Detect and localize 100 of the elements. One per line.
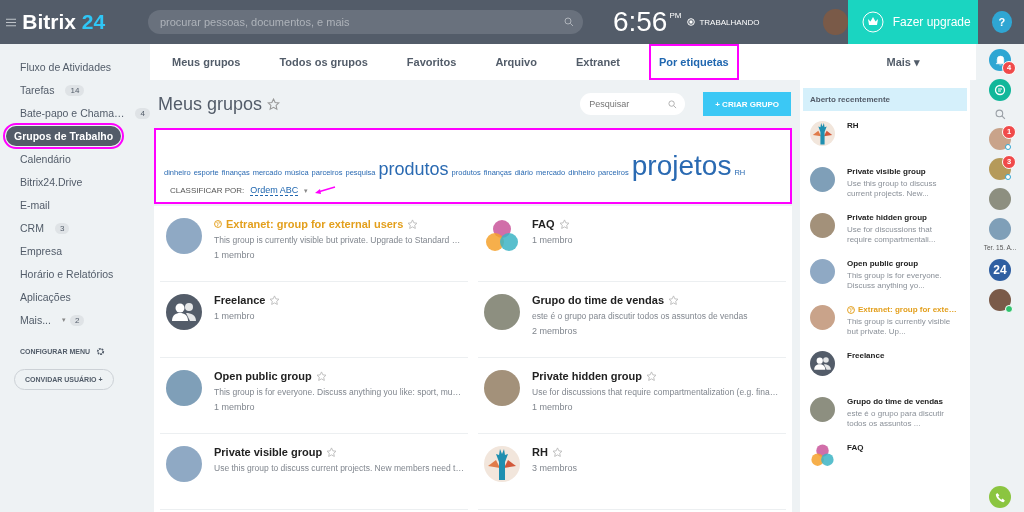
bubbles-icon — [484, 218, 520, 254]
favorite-star-icon[interactable] — [326, 446, 338, 458]
group-name-link[interactable]: FAQ — [532, 218, 555, 230]
settings-icon[interactable] — [96, 347, 105, 356]
recent-group-description: This group is currently visible but private. Up... — [847, 317, 952, 337]
search-icon[interactable] — [994, 109, 1006, 120]
member-count[interactable]: 1 membro — [532, 235, 573, 245]
group-name-link[interactable]: Open public group — [214, 370, 312, 382]
sort-dropdown[interactable]: Ordem ABC — [250, 185, 299, 196]
phone-button[interactable] — [989, 486, 1011, 508]
member-count[interactable]: 1 membro — [214, 311, 281, 321]
globe-icon — [214, 220, 222, 228]
recent-group-link[interactable]: FAQ — [847, 443, 864, 452]
menu-icon[interactable] — [6, 17, 17, 27]
favorite-star-icon[interactable] — [558, 218, 570, 230]
tab[interactable]: Todos os grupos — [269, 44, 378, 80]
tag-link[interactable]: projetos — [631, 150, 732, 182]
contact-avatar[interactable] — [989, 218, 1011, 240]
member-count[interactable]: 3 membros — [532, 463, 577, 473]
group-description: Use this group to discuss current projects. New members need t… — [214, 463, 464, 473]
count-badge: 2 — [69, 314, 85, 326]
recent-group-link[interactable]: Private hidden group — [847, 213, 927, 222]
record-icon — [687, 18, 696, 26]
tab[interactable]: Por etiquetas — [648, 44, 739, 80]
search-icon[interactable] — [668, 100, 678, 109]
count-badge: 3 — [54, 222, 70, 234]
sidebar-item[interactable]: E-mail — [6, 195, 57, 215]
crown-icon — [861, 11, 884, 33]
tab[interactable]: Extranet — [565, 44, 630, 80]
bitrix-chat-button[interactable]: 24 — [989, 259, 1011, 281]
tab[interactable]: Favoritos — [396, 44, 467, 80]
sort-label: CLASSIFICAR POR: — [170, 186, 245, 195]
favorite-star-icon[interactable] — [315, 370, 327, 382]
photo-placeholder — [810, 397, 835, 422]
photo-placeholder — [166, 446, 202, 482]
sidebar-item[interactable]: CRM — [6, 218, 51, 238]
clock-ampm: PM — [669, 11, 682, 20]
photo-placeholder — [810, 305, 835, 330]
recent-group-link[interactable]: RH — [847, 121, 859, 130]
recent-group-description: Use for discussions that require compartmentali... — [847, 225, 937, 245]
chat-button[interactable] — [989, 79, 1011, 101]
sidebar-item[interactable]: Aplicações — [6, 287, 78, 307]
recent-group-link[interactable]: Grupo do time de vendas — [847, 397, 943, 406]
member-count[interactable]: 1 membro — [214, 402, 462, 412]
people-icon — [166, 294, 202, 330]
member-count[interactable]: 1 membro — [532, 402, 779, 412]
favorite-star-icon[interactable] — [269, 294, 281, 306]
sidebar-item[interactable]: Bitrix24.Drive — [6, 172, 90, 192]
clock-time: 6:56 — [612, 6, 668, 38]
group-name-link[interactable]: Private hidden group — [532, 370, 642, 382]
recent-group-link[interactable]: Freelance — [847, 351, 885, 360]
chat-icon — [994, 84, 1006, 96]
logo[interactable]: Bitrix 24 — [22, 10, 148, 34]
favorite-star-icon[interactable] — [551, 446, 563, 458]
sidebar-item[interactable]: Mais... — [6, 310, 58, 330]
member-count[interactable]: 1 membro — [214, 250, 461, 260]
sidebar-item[interactable]: Grupos de Trabalho — [6, 126, 122, 146]
member-count[interactable]: 2 membros — [532, 326, 748, 336]
tab[interactable]: Arquivo — [485, 44, 547, 80]
count-badge: 4 — [135, 107, 150, 119]
sidebar-item[interactable]: Empresa — [6, 241, 69, 261]
group-name-link[interactable]: Grupo do time de vendas — [532, 294, 665, 306]
group-search-field[interactable]: Pesquisar — [580, 93, 686, 115]
hands-icon — [810, 121, 835, 146]
contact-avatar[interactable] — [989, 188, 1011, 210]
bubbles-icon — [810, 443, 835, 468]
page-title: Meus grupos — [158, 93, 263, 115]
photo-placeholder — [810, 167, 835, 192]
favorite-star-icon[interactable] — [267, 97, 281, 111]
recent-group-description: Use this group to discuss current projects. New... — [847, 179, 938, 199]
notifications-button[interactable] — [989, 49, 1011, 71]
photo-placeholder — [166, 370, 202, 406]
group-name-link[interactable]: Freelance — [214, 294, 266, 306]
bell-icon — [994, 54, 1006, 66]
tab[interactable]: Meus grupos — [162, 44, 251, 80]
sidebar-item[interactable]: Tarefas — [6, 80, 62, 100]
recent-group-link[interactable]: Private visible group — [847, 167, 926, 176]
favorite-star-icon[interactable] — [407, 218, 419, 230]
group-description: Use for discussions that require compartmentalization (e.g. fina… — [532, 387, 779, 397]
group-name-link[interactable]: RH — [532, 446, 548, 458]
work-status[interactable]: TRABALHANDO — [699, 17, 760, 27]
search-field[interactable]: procurar pessoas, documentos, e mais — [147, 10, 583, 34]
photo-placeholder — [166, 218, 202, 254]
sidebar-item[interactable]: Bate-papo e Chama… — [6, 103, 132, 123]
sidebar-item[interactable]: Fluxo de Atividades — [6, 57, 119, 77]
sidebar-item[interactable]: Horário e Relatórios — [6, 264, 121, 284]
sidebar-item[interactable]: Calendário — [6, 149, 78, 169]
recent-group-link[interactable]: Open public group — [847, 259, 919, 268]
photo-placeholder — [810, 213, 835, 238]
group-name-link[interactable]: Private visible group — [214, 446, 323, 458]
contact-avatar[interactable] — [989, 289, 1011, 311]
search-icon[interactable] — [563, 17, 574, 27]
group-description: este é o grupo para discutir todos os assuntos de vendas — [532, 311, 748, 321]
group-description: This group is currently visible but private. Upgrade to Standard … — [214, 235, 461, 245]
tag-link[interactable]: produtos — [378, 159, 449, 180]
favorite-star-icon[interactable] — [668, 294, 680, 306]
more-menu-button[interactable]: Mais ▾ — [880, 54, 926, 70]
favorite-star-icon[interactable] — [646, 370, 657, 382]
people-icon — [810, 351, 835, 376]
recent-group-description: This group is for everyone. Discuss anything yo... — [847, 271, 943, 291]
